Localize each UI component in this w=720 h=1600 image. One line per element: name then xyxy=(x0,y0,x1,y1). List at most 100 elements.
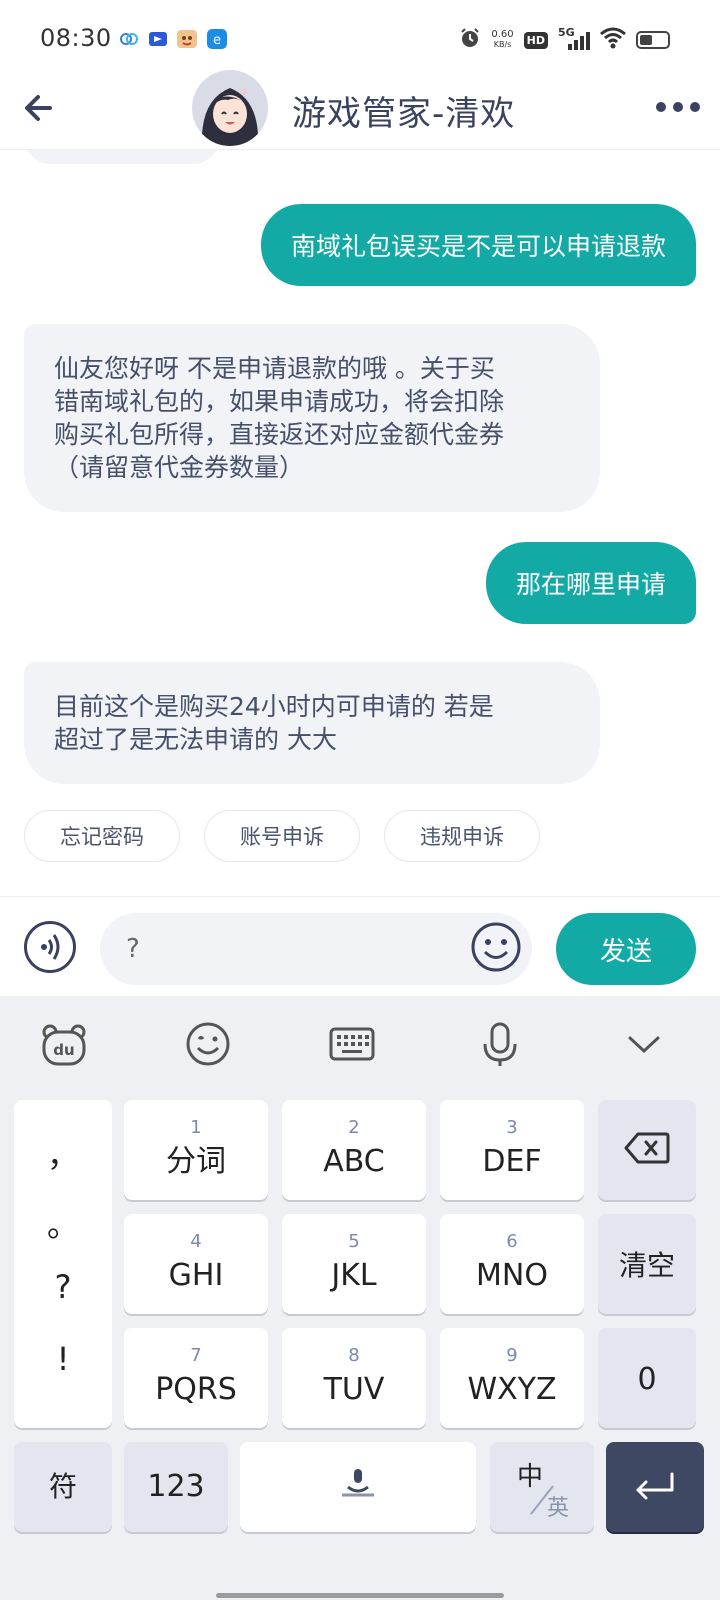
backspace-icon xyxy=(624,1132,670,1168)
user-message-bubble[interactable]: 那在哪里申请 xyxy=(485,542,696,624)
key-label: TUV xyxy=(323,1372,385,1407)
message-line: （请留意代金券数量） xyxy=(54,453,305,482)
wifi-icon xyxy=(600,27,626,53)
space-mic-icon xyxy=(334,1465,382,1509)
key-label: DEF xyxy=(482,1144,542,1179)
punct-period-key[interactable]: 。 xyxy=(14,1200,112,1246)
quick-reply-forgot-password[interactable]: 忘记密码 xyxy=(24,810,180,862)
backspace-key[interactable] xyxy=(598,1100,696,1200)
microphone-icon[interactable] xyxy=(476,1020,524,1068)
key-label: 123 xyxy=(147,1469,205,1504)
bear-du-logo-icon[interactable]: du xyxy=(40,1020,88,1068)
send-button[interactable]: 发送 xyxy=(556,913,696,985)
key-number: 4 xyxy=(190,1231,202,1252)
quick-reply-violation-appeal[interactable]: 违规申诉 xyxy=(384,810,540,862)
message-text: 南域礼包误买是不是可以申请退款 xyxy=(290,232,666,261)
app-notification-icon-2 xyxy=(147,28,169,50)
key-6[interactable]: 6 MNO xyxy=(440,1214,584,1314)
chevron-down-icon[interactable] xyxy=(620,1020,668,1068)
key-label: WXYZ xyxy=(467,1372,557,1407)
lang-switch-label: 中 英 xyxy=(507,1452,577,1522)
composer: ? 发送 xyxy=(0,896,720,996)
message-input-value: ? xyxy=(126,934,140,964)
key-8[interactable]: 8 TUV xyxy=(282,1328,426,1428)
app-notification-icon-4: e xyxy=(206,28,228,50)
status-time: 08:30 xyxy=(40,24,112,52)
app-notification-icon-1 xyxy=(118,28,140,50)
key-4[interactable]: 4 GHI xyxy=(124,1214,268,1314)
message-line: 错南域礼包的，如果申请成功，将会扣除 xyxy=(54,387,505,416)
key-9[interactable]: 9 WXYZ xyxy=(440,1328,584,1428)
cellular-signal-icon: 5G xyxy=(558,26,590,52)
enter-key[interactable] xyxy=(606,1442,704,1532)
key-3[interactable]: 3 DEF xyxy=(440,1100,584,1200)
voice-input-icon[interactable] xyxy=(24,921,76,973)
clear-key[interactable]: 清空 xyxy=(598,1214,696,1314)
key-label: 0 xyxy=(637,1362,657,1397)
keyboard-layout-icon[interactable] xyxy=(328,1020,376,1068)
punct-comma-key[interactable]: ， xyxy=(14,1130,112,1176)
svg-text:e: e xyxy=(213,33,221,48)
space-key[interactable] xyxy=(240,1442,476,1532)
key-number: 6 xyxy=(506,1231,518,1252)
battery-icon xyxy=(636,31,670,49)
numeric-key[interactable]: 123 xyxy=(124,1442,228,1532)
punct-question-key[interactable]: ? xyxy=(14,1268,112,1306)
partial-message-bubble xyxy=(24,150,220,164)
more-dots-icon[interactable] xyxy=(656,92,700,122)
key-label: JKL xyxy=(331,1258,377,1293)
status-right-cluster: 0.60 KB/s HD 5G xyxy=(459,26,670,54)
quick-reply-account-appeal[interactable]: 账号申诉 xyxy=(204,810,360,862)
keyboard-toolbar: du xyxy=(0,996,720,1092)
agent-avatar[interactable] xyxy=(192,70,268,146)
agent-message-bubble[interactable]: 目前这个是购买24小时内可申请的 若是 超过了是无法申请的 大大 xyxy=(24,662,600,784)
key-1[interactable]: 1 分词 xyxy=(124,1100,268,1200)
message-line: 购买礼包所得，直接返还对应金额代金券 xyxy=(54,420,505,449)
message-line: 仙友您好呀 不是申请退款的哦 。关于买 xyxy=(54,354,495,383)
home-indicator[interactable] xyxy=(216,1593,504,1598)
key-number: 7 xyxy=(190,1345,202,1366)
alarm-icon xyxy=(459,27,481,53)
key-label: 分词 xyxy=(166,1144,226,1179)
user-message-bubble[interactable]: 南域礼包误买是不是可以申请退款 xyxy=(260,204,696,286)
key-label: GHI xyxy=(168,1258,224,1293)
key-number: 5 xyxy=(348,1231,360,1252)
arrow-left-icon[interactable] xyxy=(20,88,60,128)
chat-header: 游戏管家-清欢 xyxy=(0,66,720,150)
network-speed-unit: KB/s xyxy=(493,40,512,49)
key-label: PQRS xyxy=(155,1372,237,1407)
key-number: 3 xyxy=(506,1117,518,1138)
key-number: 8 xyxy=(348,1345,360,1366)
svg-text:du: du xyxy=(53,1041,74,1059)
key-5[interactable]: 5 JKL xyxy=(282,1214,426,1314)
message-line: 超过了是无法申请的 大大 xyxy=(54,725,337,754)
key-number: 1 xyxy=(190,1117,202,1138)
ime-keyboard: du ， 。 ? ! 1 分词 2 ABC 3 DEF 4 GHI 5 JKL … xyxy=(0,996,720,1600)
chat-title: 游戏管家-清欢 xyxy=(292,94,516,134)
emoji-icon[interactable] xyxy=(470,921,522,973)
punctuation-column[interactable]: ， 。 ? ! xyxy=(14,1100,112,1428)
key-label: 清空 xyxy=(618,1249,675,1282)
symbol-key[interactable]: 符 xyxy=(14,1442,112,1532)
key-number: 2 xyxy=(348,1117,360,1138)
key-7[interactable]: 7 PQRS xyxy=(124,1328,268,1428)
agent-message-bubble[interactable]: 仙友您好呀 不是申请退款的哦 。关于买 错南域礼包的，如果申请成功，将会扣除 购… xyxy=(24,324,600,512)
emoji-panel-icon[interactable] xyxy=(184,1020,232,1068)
key-0[interactable]: 0 xyxy=(598,1328,696,1428)
message-input[interactable]: ? xyxy=(100,913,532,985)
quick-reply-bar: 忘记密码 账号申诉 违规申诉 xyxy=(0,810,720,870)
key-label: ABC xyxy=(323,1144,385,1179)
key-number: 9 xyxy=(506,1345,518,1366)
message-list[interactable]: 南域礼包误买是不是可以申请退款 仙友您好呀 不是申请退款的哦 。关于买 错南域礼… xyxy=(0,150,720,882)
punct-exclaim-key[interactable]: ! xyxy=(14,1340,112,1378)
key-label: 符 xyxy=(48,1470,77,1503)
message-text: 那在哪里申请 xyxy=(515,570,666,599)
network-speed-value: 0.60 xyxy=(491,29,514,40)
message-line: 目前这个是购买24小时内可申请的 若是 xyxy=(54,692,494,721)
network-speed: 0.60 KB/s xyxy=(491,30,513,50)
lang-alt: 英 xyxy=(547,1496,570,1521)
hd-badge: HD xyxy=(523,31,548,49)
app-notification-icon-3 xyxy=(176,28,198,50)
key-2[interactable]: 2 ABC xyxy=(282,1100,426,1200)
lang-switch-key[interactable]: 中 英 xyxy=(490,1442,594,1532)
